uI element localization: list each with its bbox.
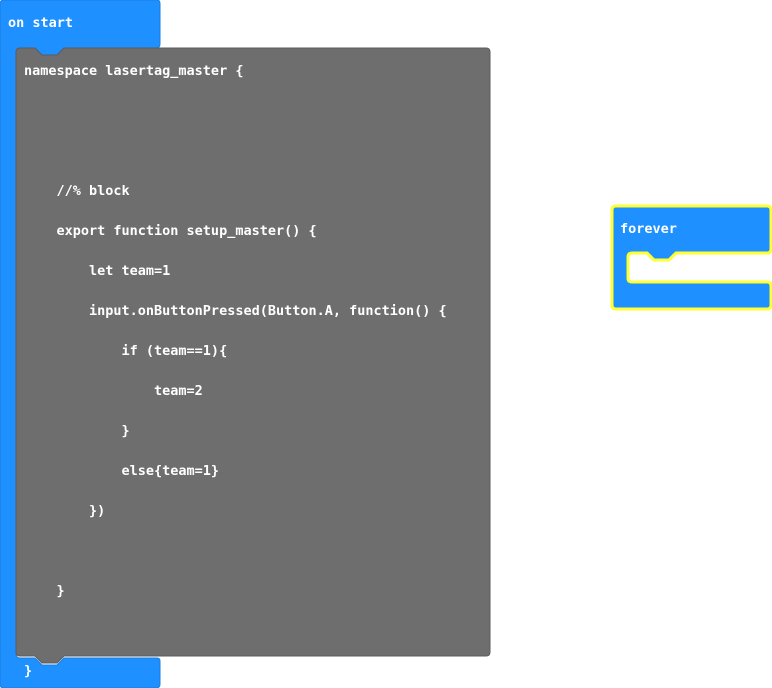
- code-line: if (team==1){: [24, 343, 228, 359]
- code-line: let team=1: [24, 263, 171, 279]
- code-line: }: [24, 583, 65, 599]
- code-line: //% block: [24, 183, 130, 199]
- code-line: }: [24, 663, 33, 679]
- blocks-workspace[interactable]: on start namespace lasertag_master { //%…: [0, 0, 772, 688]
- code-line: input.onButtonPressed(Button.A, function…: [24, 303, 447, 319]
- on-start-label: on start: [8, 15, 74, 31]
- code-line: export function setup_master() {: [24, 223, 317, 239]
- forever-label: forever: [620, 221, 677, 237]
- code-line: }: [24, 423, 130, 439]
- code-line: team=2: [24, 383, 203, 399]
- code-line: }): [24, 503, 106, 519]
- code-line: namespace lasertag_master {: [24, 63, 244, 79]
- code-line: else{team=1}: [24, 463, 220, 479]
